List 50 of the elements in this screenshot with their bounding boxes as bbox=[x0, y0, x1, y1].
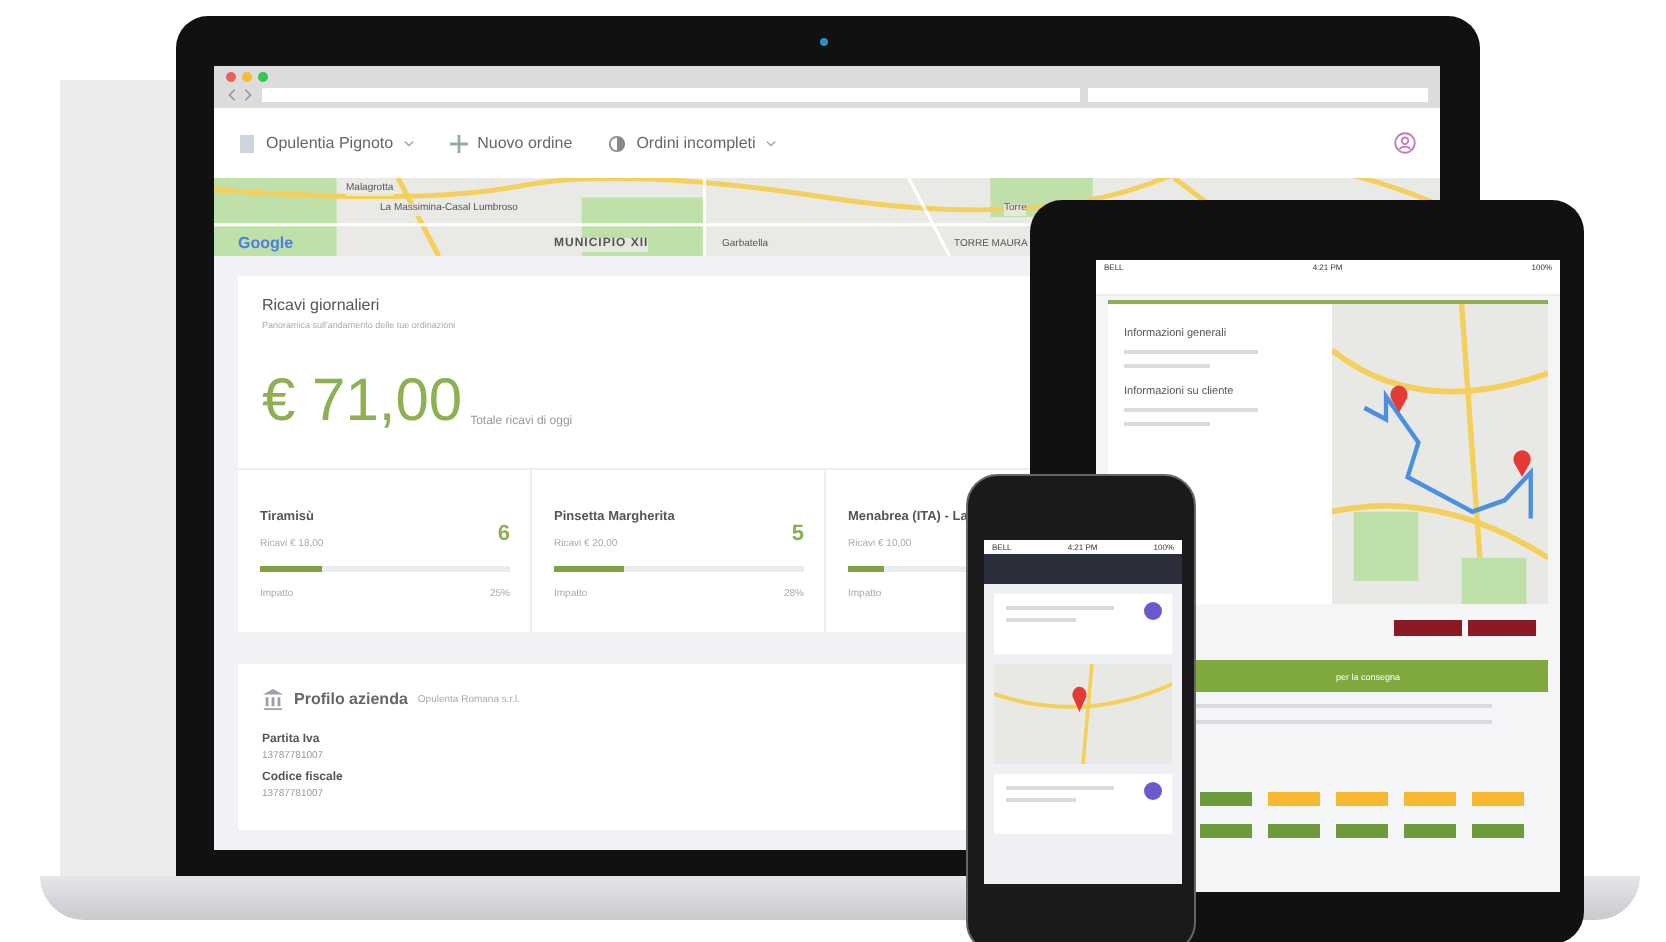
minimize-icon[interactable] bbox=[242, 72, 252, 82]
store-name: Opulentia Pignoto bbox=[266, 134, 394, 153]
address-bar[interactable] bbox=[262, 88, 1080, 102]
card-title: Ricavi giornalieri bbox=[262, 296, 380, 314]
plus-icon bbox=[449, 133, 468, 154]
back-forward-icon[interactable] bbox=[226, 88, 254, 102]
edit-button[interactable] bbox=[1144, 602, 1162, 620]
text-line-drawing bbox=[1124, 364, 1211, 368]
time-slot-button[interactable] bbox=[1268, 792, 1320, 806]
product-count: 5 bbox=[791, 522, 804, 546]
time-slot-button[interactable] bbox=[1268, 824, 1320, 838]
action-button[interactable] bbox=[1394, 620, 1462, 636]
incomplete-orders-label: Ordini incompleti bbox=[636, 134, 756, 153]
close-icon[interactable] bbox=[226, 72, 236, 82]
product-count: 6 bbox=[497, 522, 510, 546]
edit-button[interactable] bbox=[1144, 782, 1162, 800]
text-line-drawing bbox=[1124, 408, 1259, 412]
time-slot-button[interactable] bbox=[1200, 824, 1252, 838]
route-map-drawing[interactable] bbox=[1332, 304, 1548, 604]
time-slot-button[interactable] bbox=[1336, 824, 1388, 838]
total-amount: € 71,00 bbox=[262, 372, 463, 432]
time-slot-button[interactable] bbox=[1404, 792, 1456, 806]
camera-icon bbox=[820, 38, 828, 46]
action-button[interactable] bbox=[1468, 620, 1536, 636]
map-attribution: Google bbox=[238, 234, 294, 252]
map-drawing[interactable] bbox=[994, 664, 1172, 764]
incomplete-orders-menu[interactable]: Ordini incompleti bbox=[608, 133, 776, 154]
text-line-drawing bbox=[1006, 798, 1076, 802]
text-line-drawing bbox=[1124, 422, 1211, 426]
chevron-icon bbox=[403, 139, 414, 148]
half-circle-icon bbox=[608, 133, 627, 154]
user-icon[interactable] bbox=[1394, 132, 1416, 155]
time-slot-button[interactable] bbox=[1404, 824, 1456, 838]
card-title: Profilo azienda bbox=[294, 690, 408, 708]
chevron-icon bbox=[765, 139, 776, 148]
text-line-drawing bbox=[1124, 350, 1259, 354]
bank-icon bbox=[262, 688, 284, 710]
text-line-drawing bbox=[1006, 786, 1114, 790]
maximize-icon[interactable] bbox=[258, 72, 268, 82]
new-order-link[interactable]: Nuovo ordine bbox=[449, 133, 573, 154]
time-slot-button[interactable] bbox=[1336, 792, 1388, 806]
store-selector[interactable]: Opulentia Pignoto bbox=[238, 133, 414, 154]
time-slot-button[interactable] bbox=[1472, 824, 1524, 838]
search-field[interactable] bbox=[1088, 88, 1428, 102]
time-slot-button[interactable] bbox=[1472, 792, 1524, 806]
text-line-drawing bbox=[1006, 606, 1114, 610]
new-order-label: Nuovo ordine bbox=[477, 134, 573, 153]
time-slot-button[interactable] bbox=[1200, 792, 1252, 806]
building-icon bbox=[238, 133, 256, 154]
text-line-drawing bbox=[1006, 618, 1076, 622]
